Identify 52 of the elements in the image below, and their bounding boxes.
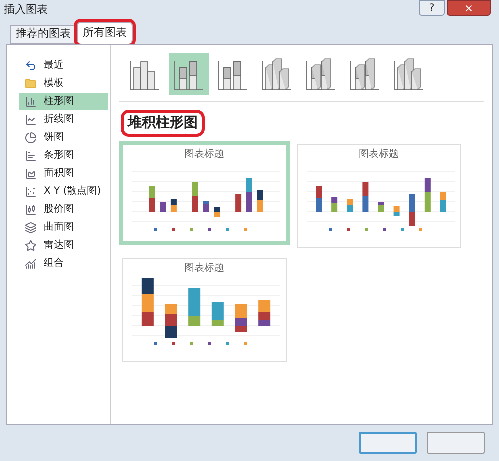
tab[interactable]: 推荐的图表 [10, 25, 77, 44]
chart-subtype-button[interactable] [169, 53, 209, 95]
star-icon [23, 238, 38, 253]
scatter-chart-icon [23, 184, 38, 199]
folder-icon [23, 76, 38, 91]
chart-type-item[interactable]: 最近 [19, 57, 108, 74]
chart-type-label: 条形图 [44, 149, 74, 163]
bar-chart-icon [23, 148, 38, 163]
chart-type-item[interactable]: 条形图 [19, 147, 108, 164]
chart-type-item[interactable]: 折线图 [19, 111, 108, 128]
chart-type-label: 面积图 [44, 167, 74, 181]
chart-type-label: 曲面图 [44, 220, 74, 235]
chart-type-item[interactable]: 雷达图 [19, 237, 108, 254]
chart-type-item[interactable]: 股价图 [19, 201, 108, 218]
chart-type-label: 模板 [44, 76, 64, 91]
area-chart-icon [23, 166, 38, 181]
column-subtype-icon [350, 57, 380, 91]
column-subtype-icon [394, 57, 424, 91]
chart-type-item[interactable]: 组合 [19, 255, 108, 272]
chart-type-label: X Y (散点图) [44, 184, 102, 199]
chart-preview[interactable]: 图表标题 [296, 144, 461, 248]
window-title: 插入图表 [4, 2, 48, 18]
column-subtype-icon [262, 57, 292, 91]
chart-type-label: 组合 [44, 257, 64, 271]
chart-type-label: 最近 [44, 58, 64, 73]
candlestick-chart-icon [23, 202, 38, 217]
close-button[interactable]: × [447, 0, 491, 16]
chart-title: 图表标题 [184, 148, 224, 162]
column-chart-icon [23, 94, 38, 109]
layers-icon [23, 220, 38, 235]
combo-chart-icon [23, 256, 38, 271]
chart-type-item[interactable]: 模板 [19, 75, 108, 92]
column-subtype-icon [306, 57, 336, 91]
tab[interactable]: 所有图表 [77, 22, 133, 44]
chart-type-label: 折线图 [44, 112, 74, 127]
chart-type-label: 饼图 [44, 131, 64, 145]
line-chart-icon [23, 112, 38, 127]
help-button[interactable]: ? [419, 0, 445, 16]
chart-title: 图表标题 [184, 262, 224, 276]
chart-preview[interactable]: 图表标题 [119, 141, 290, 245]
chart-preview[interactable]: 图表标题 [122, 258, 286, 362]
chart-type-item[interactable]: 柱形图 [19, 93, 108, 110]
chart-type-item[interactable]: X Y (散点图) [19, 183, 108, 200]
chart-title: 图表标题 [358, 148, 399, 162]
pie-chart-icon [23, 130, 38, 145]
chart-type-label: 雷达图 [44, 238, 74, 253]
chart-type-item[interactable]: 面积图 [19, 165, 108, 182]
chart-type-label: 柱形图 [44, 94, 74, 109]
chart-type-label: 股价图 [44, 203, 74, 217]
chart-type-item[interactable]: 曲面图 [19, 219, 108, 236]
chart-type-item[interactable]: 饼图 [19, 129, 108, 146]
subtype-title: 堆积柱形图 [121, 110, 205, 137]
